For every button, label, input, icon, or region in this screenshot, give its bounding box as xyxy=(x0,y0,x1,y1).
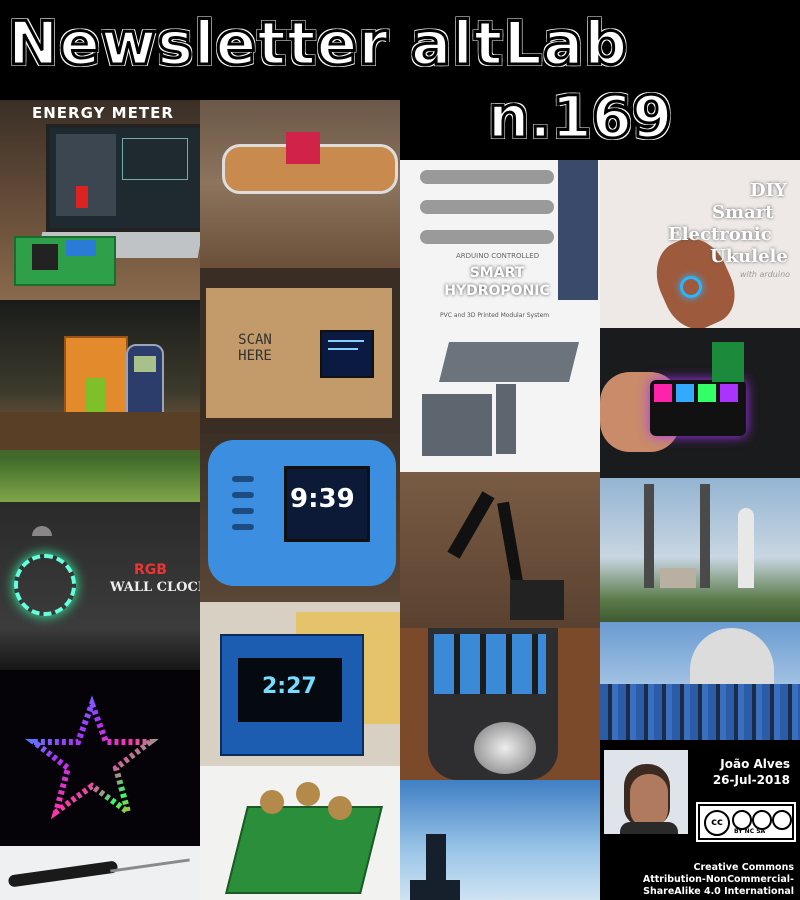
tile-soldering-iron[interactable] xyxy=(0,846,200,900)
tile-scan-here[interactable]: SCAN HERE xyxy=(200,268,400,434)
nc-icon xyxy=(752,810,772,830)
tile-macro-pad[interactable] xyxy=(400,628,600,780)
led-ring xyxy=(680,276,702,298)
oled-time-readout: 2:27 xyxy=(262,674,317,699)
tile-arduino-phone[interactable] xyxy=(0,300,200,502)
clock-ring xyxy=(14,554,76,616)
tile-statue-sky[interactable] xyxy=(400,780,600,900)
tile-led-star[interactable] xyxy=(0,670,200,846)
author-name: João Alves xyxy=(720,757,790,771)
tile-oled-time[interactable]: 2:27 xyxy=(200,602,400,766)
lamp-icon xyxy=(32,526,52,536)
tile-robot-arm[interactable] xyxy=(400,472,600,628)
tile-desk-clock[interactable]: 9:39 xyxy=(200,434,400,602)
ukulele-line3: Electronic xyxy=(668,224,772,245)
wood-base xyxy=(0,412,200,450)
oled-display xyxy=(320,330,374,378)
tile-rocket-launch[interactable] xyxy=(600,478,800,622)
desk-clock-time: 9:39 xyxy=(290,484,355,514)
license-line2: Attribution-NonCommercial- xyxy=(642,874,794,885)
author-info-panel: João Alves 26-Jul-2018 cc BY NC SA Creat… xyxy=(600,742,800,900)
hydroponic-small-caption: ARDUINO CONTROLLED xyxy=(456,252,540,260)
grey-print-top xyxy=(439,342,579,382)
crowd xyxy=(600,684,800,740)
wall-clock-rgb: RGB xyxy=(134,562,167,578)
cc-badge-text: BY NC SA xyxy=(734,828,766,835)
grey-print-base xyxy=(422,394,492,456)
led-star xyxy=(25,695,159,820)
laptop-screen xyxy=(46,124,200,232)
author-block: João Alves 26-Jul-2018 xyxy=(713,756,790,788)
ukulele-line1: DIY xyxy=(750,180,787,201)
person xyxy=(558,160,598,300)
tile-sensor-glasses[interactable] xyxy=(200,100,400,268)
green-pcb xyxy=(225,806,383,894)
green-mcu xyxy=(712,342,744,382)
orange-board xyxy=(64,336,128,420)
launch-tower-left xyxy=(644,484,654,588)
red-sensor xyxy=(286,132,320,164)
tile-hydroponic[interactable]: ARDUINO CONTROLLED SMART HYDROPONIC PVC … xyxy=(400,160,600,328)
license-line3: ShareAlike 4.0 International xyxy=(643,886,794,897)
hydroponic-sub-caption: PVC and 3D Printed Modular System xyxy=(440,312,550,319)
pad-knob xyxy=(474,722,536,774)
pvc-pipes xyxy=(420,170,554,184)
author-photo xyxy=(604,750,688,834)
ukulele-line2: Smart xyxy=(712,202,774,223)
wall-clock-caption: WALL CLOCK xyxy=(110,580,200,595)
soldering-iron xyxy=(7,860,119,888)
issue-number: n.169 xyxy=(487,82,674,153)
scan-here-caption: SCAN HERE xyxy=(238,332,272,364)
license-text: Creative Commons Attribution-NonCommerci… xyxy=(643,862,794,898)
by-icon xyxy=(732,810,752,830)
ukulele-sub: with arduino xyxy=(740,270,791,279)
tile-rgb-wall-clock[interactable]: RGB WALL CLOCK xyxy=(0,502,200,670)
ukulele-line4: Ukulele xyxy=(710,246,788,267)
tile-3d-print[interactable] xyxy=(400,328,600,472)
tile-smart-ukulele[interactable]: DIY Smart Electronic Ukulele with arduin… xyxy=(600,160,800,328)
energy-meter-caption: ENERGY METER xyxy=(32,104,174,122)
circuit-board xyxy=(14,236,116,286)
tile-led-keypad[interactable] xyxy=(600,328,800,478)
rocket xyxy=(738,508,754,588)
sa-icon xyxy=(772,810,792,830)
robot-arm xyxy=(447,491,495,559)
capsule xyxy=(690,628,774,688)
cc-license-badge: cc BY NC SA xyxy=(696,802,796,842)
newsletter-title: Newsletter altLab xyxy=(7,8,629,81)
nokia-phone xyxy=(126,344,164,422)
tile-crew-capsule[interactable] xyxy=(600,622,800,740)
hydroponic-caption: SMART HYDROPONIC xyxy=(444,265,550,299)
launch-tower-right xyxy=(700,484,710,588)
author-date: 26-Jul-2018 xyxy=(712,773,790,787)
cc-icon: cc xyxy=(704,810,730,836)
tile-energy-meter[interactable]: ENERGY METER xyxy=(0,100,200,300)
tile-amp-board[interactable] xyxy=(200,766,400,900)
license-line1: Creative Commons xyxy=(693,862,795,873)
